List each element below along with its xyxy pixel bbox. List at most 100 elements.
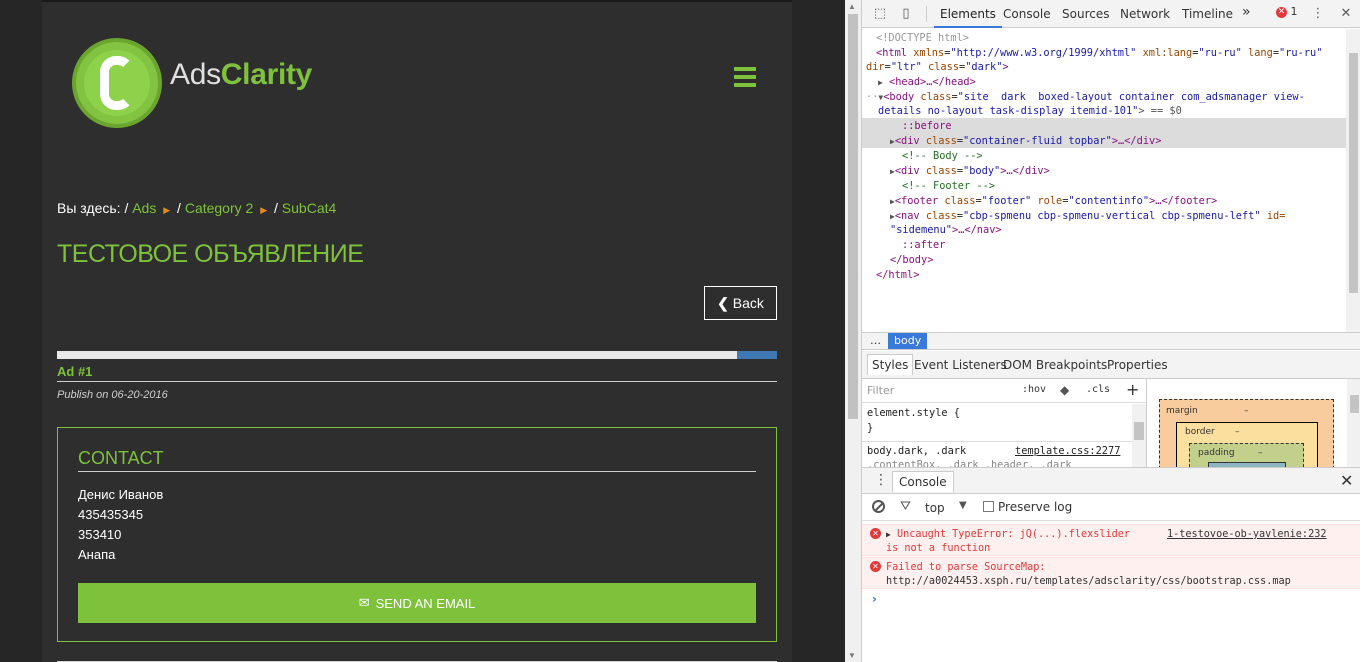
rule-element-style[interactable]: element.style { [867, 406, 960, 420]
dom-body-close[interactable]: </body> [890, 253, 933, 268]
back-button[interactable]: ❮ Back [704, 286, 777, 320]
dom-comment-body[interactable]: <!-- Body --> [902, 149, 983, 164]
hover-state-toggle[interactable]: :hov [1022, 384, 1046, 395]
dom-div-topbar[interactable]: ▶<div class="container-fluid topbar">…</… [890, 134, 1161, 150]
slider-bar[interactable] [57, 351, 737, 359]
dom-div-body[interactable]: ▶<div class="body">…</div> [890, 164, 1050, 180]
slider-tab[interactable] [737, 351, 777, 359]
dom-head[interactable]: ▶ <head>…</head> [878, 75, 976, 91]
dom-html-close[interactable]: </html> [876, 268, 919, 283]
dom-after[interactable]: ::after [902, 238, 945, 253]
dom-nav-cont[interactable]: "sidemenu">…</nav> [890, 223, 1002, 238]
tab-network[interactable]: Network [1120, 7, 1170, 21]
dom-html-open[interactable]: <html xmlns="http://www.w3.org/1999/xhtm… [876, 46, 1322, 61]
page-container: AdsClarity Вы здесь: / Ads ▶ / Category … [42, 0, 792, 662]
close-drawer-icon[interactable]: ✕ [1340, 471, 1353, 490]
dom-tree[interactable]: <!DOCTYPE html> <html xmlns="http://www.… [862, 29, 1346, 332]
breadcrumb-link-subcat4[interactable]: SubCat4 [282, 200, 336, 216]
tab-console[interactable]: Console [1003, 7, 1051, 21]
chevron-left-icon: ❮ [717, 294, 729, 311]
contact-name: Денис Иванов [78, 487, 164, 502]
inspect-element-icon[interactable]: ⬚ [872, 6, 888, 22]
rule-selector-2[interactable]: .contentBox, .dark .header, .dark [867, 458, 1072, 467]
breadcrumb-link-ads[interactable]: Ads [132, 200, 156, 216]
dom-footer[interactable]: ▶<footer class="footer" role="contentinf… [890, 194, 1217, 210]
tab-dom-breakpoints[interactable]: DOM Breakpoints [1003, 358, 1107, 372]
sourcemap-url[interactable]: http://a0024453.xsph.ru/templates/adscla… [886, 575, 1291, 589]
rule-selector[interactable]: body.dark, .dark [867, 444, 966, 458]
box-model-scrollbar-thumb[interactable] [1350, 395, 1359, 413]
divider [78, 471, 756, 472]
style-rules[interactable]: element.style { } body.dark, .dark templ… [862, 404, 1132, 467]
page-scrollbar-thumb[interactable] [848, 14, 858, 419]
box-model-scrollbar[interactable] [1347, 379, 1360, 467]
margin-value[interactable]: – [1244, 406, 1249, 416]
breadcrumb-arrow-icon: ▶ [260, 205, 268, 215]
class-toggle[interactable]: .cls [1086, 384, 1110, 395]
context-select[interactable]: top [925, 501, 945, 515]
box-model-margin[interactable]: margin – border – padding – [1159, 399, 1334, 467]
scroll-up-icon[interactable]: ▲ [848, 2, 856, 11]
console-prompt[interactable]: › [872, 592, 877, 606]
page-scrollbar[interactable]: ▲ ▼ [845, 0, 861, 662]
dom-html-open-cont[interactable]: dir="ltr" class="dark"> [866, 60, 1009, 75]
error-count-badge[interactable]: ✕ 1 [1276, 5, 1298, 18]
breadcrumb-link-category-2[interactable]: Category 2 [185, 200, 253, 216]
error-icon: ✕ [870, 528, 881, 539]
breadcrumb-arrow-icon: ▶ [163, 205, 171, 215]
error-icon: ✕ [1276, 6, 1287, 18]
close-devtools-icon[interactable]: ✕ [1338, 6, 1354, 22]
website-viewport: AdsClarity Вы здесь: / Ads ▶ / Category … [0, 0, 845, 662]
preserve-log-label: Preserve log [998, 500, 1073, 514]
tab-event-listeners[interactable]: Event Listeners [914, 358, 1007, 372]
box-model-border[interactable]: border – padding – [1176, 422, 1318, 467]
logo-icon[interactable] [72, 38, 162, 128]
error-text-1: Failed to parse SourceMap: [886, 562, 1046, 573]
expand-triangle-icon[interactable]: ▶ [878, 78, 883, 87]
drawer-menu-icon[interactable]: ⋮ [874, 472, 888, 488]
console-error-message[interactable]: ✕ Failed to parse SourceMap: http://a002… [862, 557, 1360, 589]
background-right [792, 0, 845, 662]
rule-source-link[interactable]: template.css:2277 [1015, 444, 1120, 458]
hamburger-menu-icon[interactable] [734, 67, 756, 87]
scroll-down-icon[interactable]: ▼ [848, 651, 856, 660]
tab-elements[interactable]: Elements [934, 7, 1002, 28]
tab-styles[interactable]: Styles [867, 354, 914, 375]
rule-close-brace: } [867, 422, 874, 434]
brand-bold: Clarity [220, 58, 313, 91]
styles-filter-input[interactable]: Filter [867, 384, 894, 397]
console-error-message[interactable]: ✕ ▶ Uncaught TypeError: jQ(...).flexslid… [862, 524, 1360, 556]
chevron-down-icon[interactable]: ▼ [959, 500, 967, 511]
dom-body-open-cont[interactable]: details no-layout task-display itemid-10… [878, 104, 1182, 119]
brand-name[interactable]: AdsClarity [170, 58, 312, 92]
preserve-log-checkbox[interactable] [983, 501, 994, 512]
box-model-padding[interactable]: padding – [1189, 443, 1304, 467]
dom-scrollbar-thumb[interactable] [1349, 53, 1358, 293]
clear-console-icon[interactable] [872, 500, 885, 513]
tab-timeline[interactable]: Timeline [1182, 7, 1233, 21]
crumb-ellipsis[interactable]: … [870, 334, 881, 347]
tab-console-drawer[interactable]: Console [892, 471, 954, 492]
ad-number: Ad #1 [57, 364, 93, 379]
error-source-link[interactable]: 1-testovoe-ob-yavlenie:232 [1167, 528, 1326, 542]
border-label: border [1185, 427, 1215, 437]
border-value[interactable]: – [1235, 427, 1240, 437]
tab-sources[interactable]: Sources [1062, 7, 1109, 21]
rules-scrollbar-thumb[interactable] [1134, 422, 1144, 440]
filter-funnel-icon[interactable]: ⛛ [900, 499, 911, 514]
padding-value[interactable]: – [1258, 448, 1263, 458]
dom-before[interactable]: ::before [902, 119, 952, 134]
dom-scrollbar[interactable] [1346, 29, 1360, 332]
send-email-button[interactable]: ✉ SEND AN EMAIL [78, 583, 756, 623]
rules-scrollbar[interactable] [1132, 404, 1146, 467]
kebab-menu-icon[interactable]: ⋮ [1310, 6, 1326, 22]
color-format-icon[interactable]: ◆ [1060, 383, 1069, 397]
dom-comment-footer[interactable]: <!-- Footer --> [902, 179, 995, 194]
tab-properties[interactable]: Properties [1107, 358, 1168, 372]
add-rule-icon[interactable]: + [1126, 380, 1139, 399]
dom-doctype[interactable]: <!DOCTYPE html> [876, 31, 969, 46]
crumb-body[interactable]: body [888, 333, 928, 349]
expand-triangle-icon[interactable]: ▶ [886, 530, 891, 539]
more-tabs-icon[interactable]: » [1242, 4, 1251, 20]
device-mode-icon[interactable]: ▯ [898, 6, 914, 22]
